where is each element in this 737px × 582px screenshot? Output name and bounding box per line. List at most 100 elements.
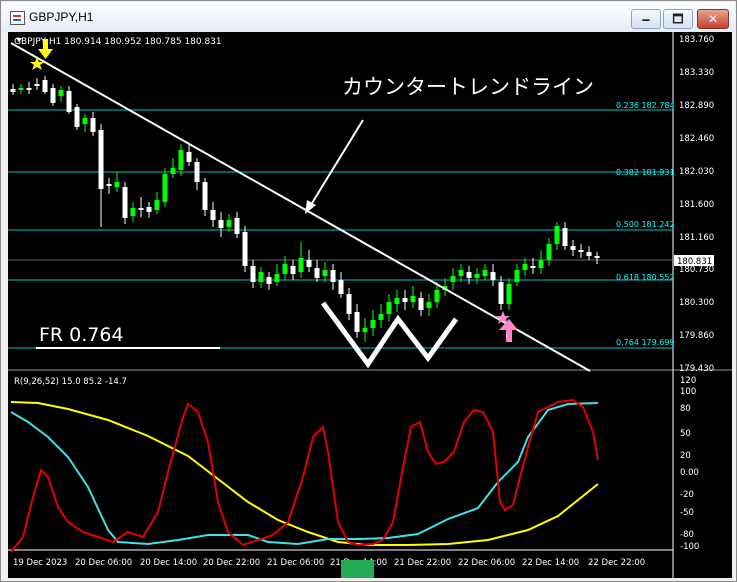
candle-body [242,232,248,266]
fib-label-0500: 0.500 181.242 [616,220,675,229]
rsi-fast-line [10,398,599,553]
candle-body [490,272,496,280]
candle-body [330,270,336,282]
time-tick: 22 Dec 22:00 [588,558,645,568]
candle-body [458,270,464,276]
candle-body [162,174,168,202]
candle-body [178,150,184,170]
candle-body [474,274,480,278]
chart-window: GBPJPY,H1 🗕 🗖 ✕ GBPJPY,H1 180.914 180.95… [0,0,737,582]
candle-body [282,264,288,274]
candle-body [370,320,376,328]
candle-body [578,250,584,252]
candle-body [226,220,232,227]
price-tick: 180.300 [679,298,714,308]
time-tick: 21 Dec 22:00 [394,558,451,568]
candle-body [170,168,176,174]
time-tick: 21 Dec 06:00 [267,558,324,568]
candle-body [106,184,112,186]
candle-body [34,84,40,86]
candle-body [314,268,320,278]
minimize-button[interactable]: 🗕 [631,9,661,29]
indicator-tick: -20 [680,490,694,500]
close-button[interactable]: ✕ [697,9,729,29]
chart-app-icon [10,11,25,25]
indicator-tick: 50 [680,429,691,439]
title-bar[interactable]: GBPJPY,H1 🗕 🗖 ✕ [2,2,735,32]
candle-body [498,282,504,304]
candle-body [570,246,576,250]
window-title: GBPJPY,H1 [29,10,94,24]
high-star-icon [30,57,44,70]
candle-body [290,266,296,274]
candle-body [554,226,560,244]
candle-body [42,80,48,92]
fib-levels: 0.236 182.784 0.382 181.931 0.500 181.24… [8,101,675,349]
candle-body [378,314,384,320]
candle-body [234,218,240,234]
candle-body [122,187,128,218]
price-tick: 183.760 [679,35,714,45]
candle-body [130,208,136,216]
candle-body [346,294,352,314]
candle-body [74,107,80,127]
maximize-button[interactable]: 🗖 [663,9,693,29]
time-tick: 20 Dec 06:00 [75,558,132,568]
indicator-tick: 20 [680,451,691,461]
candle-body [466,272,472,278]
candle-body [506,284,512,304]
candle-body [482,270,488,276]
price-scale: 183.760 183.330 182.890 182.460 182.030 … [679,35,714,374]
price-tick: 179.860 [679,331,714,341]
fib-label-0236: 0.236 182.784 [616,101,675,110]
candle-body [362,328,368,332]
trendline-annotation: カウンタートレンドライン [342,75,594,99]
candle-body [274,274,280,282]
price-tick: 179.430 [679,364,714,374]
candle-body [306,260,312,267]
fib-label-0618: 0.618 180.552 [616,273,675,282]
time-tick: 20 Dec 22:00 [203,558,260,568]
price-tick: 183.330 [679,68,714,78]
price-tick: 181.160 [679,233,714,243]
fr-label: FR 0.764 [39,324,124,346]
candle-body [194,162,200,182]
current-price-label: 180.831 [677,257,712,267]
price-tick: 181.600 [679,200,714,210]
candle-body [26,88,32,90]
fib-label-0382: 0.382 181.931 [616,168,675,177]
price-tick: 182.890 [679,101,714,111]
candle-body [18,88,24,90]
candle-body [66,91,72,112]
up-arrow-icon [499,319,518,342]
time-tick: 20 Dec 14:00 [140,558,197,568]
chart-area[interactable]: GBPJPY,H1 180.914 180.952 180.785 180.83… [8,32,732,578]
indicator-header: R(9,26,52) 15.0 85.2 -14.7 [14,377,127,387]
candle-body [562,228,568,246]
candle-body [354,312,360,332]
candle-body [146,207,152,212]
candle-body [394,298,400,304]
candle-body [258,272,264,282]
indicator-scale: 120 100 80 50 20 0.00 -20 -50 -80 -100 [680,376,699,552]
price-tick: 182.030 [679,167,714,177]
candle-body [386,302,392,314]
candle-body [98,130,104,189]
candle-body [418,298,424,310]
time-scale: 19 Dec 2023 20 Dec 06:00 20 Dec 14:00 20… [13,558,645,568]
candle-body [546,244,552,260]
indicator-tick: 0.00 [680,468,699,478]
candle-body [154,200,160,210]
time-marker-block [341,560,374,578]
candle-body [338,280,344,294]
candle-body [210,210,216,220]
candle-body [202,182,208,210]
candle-body [266,277,272,284]
indicator-tick: 100 [680,387,696,397]
indicator-tick: -50 [680,508,694,518]
chart-canvas[interactable]: GBPJPY,H1 180.914 180.952 180.785 180.83… [8,32,732,578]
candle-body [50,88,56,103]
candle-body [114,182,120,187]
candle-body [450,276,456,282]
indicator-tick: 80 [680,404,691,414]
